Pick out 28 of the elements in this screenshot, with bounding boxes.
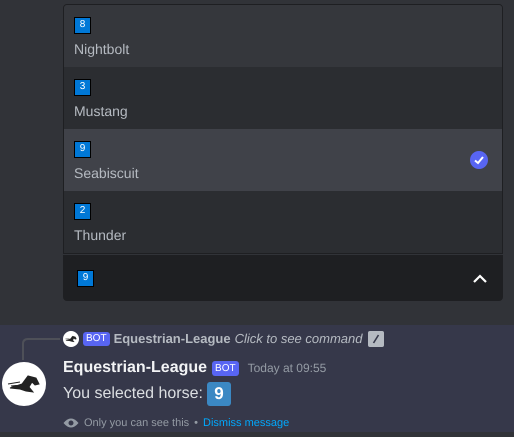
dropdown-option[interactable]: 9 Seabiscuit [64, 129, 502, 191]
option-label: Thunder [74, 228, 128, 242]
number-emoji: 3 [74, 78, 91, 96]
option-label: Nightbolt [74, 42, 130, 56]
bot-tag: BOT [212, 360, 239, 376]
number-emoji: 9 [74, 140, 91, 158]
eye-icon [63, 417, 79, 430]
horse-avatar-icon [63, 331, 79, 347]
message-text: You selected horse: [63, 384, 203, 404]
number-emoji: 9 [77, 270, 94, 286]
separator: • [194, 416, 198, 431]
option-label: Mustang [74, 104, 129, 118]
horse-avatar-icon [2, 362, 46, 406]
dropdown-option[interactable]: 8 Nightbolt [64, 5, 502, 67]
number-emoji: 9 [206, 382, 231, 406]
reply-connector [22, 338, 62, 360]
author-name[interactable]: Equestrian-League [63, 356, 208, 380]
reply-author[interactable]: Equestrian-League [114, 329, 231, 349]
command-link[interactable]: Click to see command [234, 329, 362, 349]
number-emoji: 8 [74, 16, 91, 34]
number-emoji: 2 [74, 202, 91, 220]
bot-tag: BOT [83, 332, 110, 346]
option-label: Seabiscuit [74, 166, 140, 180]
ephemeral-notice: Only you can see this [84, 416, 190, 431]
select-menu[interactable]: 9 [63, 255, 503, 301]
timestamp: Today at 09:55 [248, 360, 326, 377]
slash-command-icon [368, 331, 384, 347]
dismiss-link[interactable]: Dismiss message [203, 415, 290, 432]
